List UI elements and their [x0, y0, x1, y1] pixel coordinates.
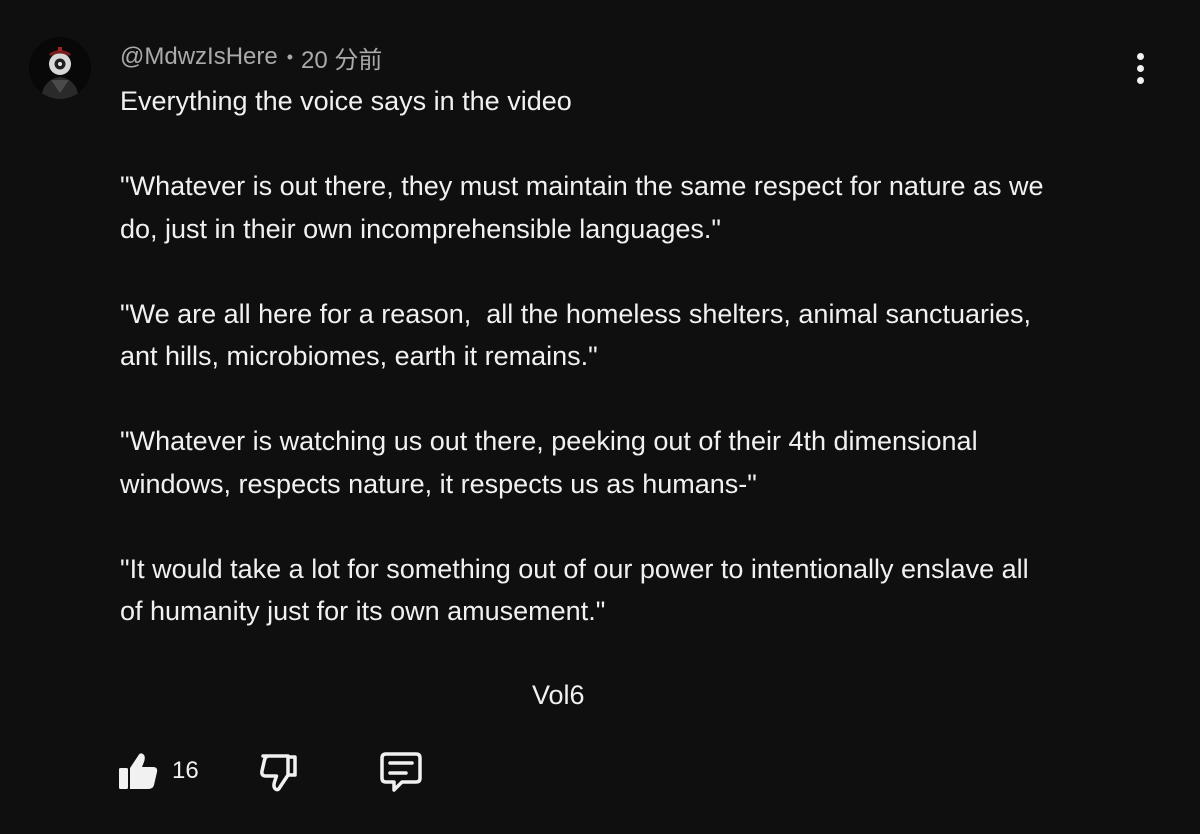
comment-line: ant hills, microbiomes, earth it remains… [120, 341, 598, 371]
comment-line: "It would take a lot for something out o… [120, 553, 1029, 584]
thumbs-up-icon [119, 753, 158, 789]
like-count: 16 [172, 757, 199, 784]
more-vertical-icon [1136, 52, 1144, 60]
comment-header: @MdwzIsHere • 20 分前 [120, 40, 382, 75]
comment-signature: Vol6 [532, 680, 585, 710]
comment-line: "Whatever is out there, they must mainta… [120, 171, 1044, 201]
comment-actions: 16 [116, 748, 456, 796]
dislike-button[interactable] [257, 748, 301, 799]
comment-card: @MdwzIsHere • 20 分前 Everything the voice… [0, 0, 1200, 834]
avatar-icon [29, 37, 91, 99]
comment-line: "We are all here for a reason, all the h… [120, 298, 1032, 329]
more-vertical-icon [1136, 64, 1144, 72]
comment-line [120, 123, 1140, 166]
comment-line: "Whatever is watching us out there, peek… [120, 426, 978, 456]
comment-line: of humanity just for its own amusement." [120, 596, 606, 626]
comment-text: Everything the voice says in the video "… [120, 80, 1140, 633]
meta-separator: • [286, 46, 294, 67]
thumbs-down-icon [260, 754, 297, 792]
comment-time[interactable]: 20 分前 [301, 40, 382, 75]
comment-line: windows, respects nature, it respects us… [120, 468, 757, 499]
comment-line: Everything the voice says in the video [120, 86, 572, 116]
reply-comment-icon [380, 752, 422, 792]
comment-line [120, 250, 1140, 293]
author-name[interactable]: @MdwzIsHere [120, 43, 278, 71]
comment-line: do, just in their own incomprehensible l… [120, 213, 721, 244]
avatar[interactable] [29, 37, 91, 99]
comment-line [120, 505, 1140, 548]
comment-line [120, 378, 1140, 421]
reply-button[interactable] [378, 748, 424, 799]
like-button[interactable]: 16 [116, 748, 199, 794]
